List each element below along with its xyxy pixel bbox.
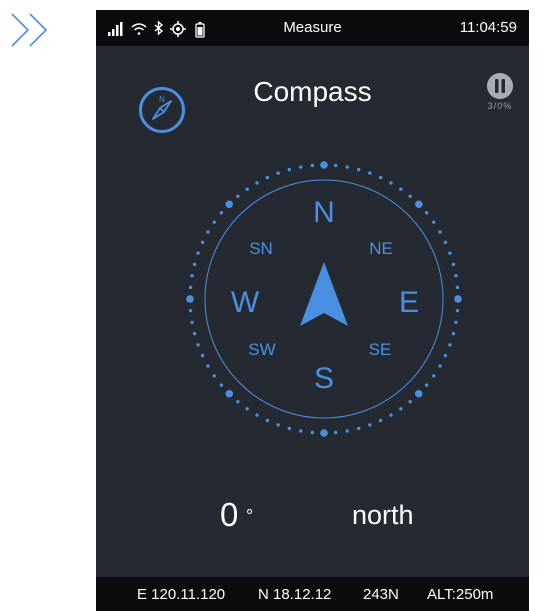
dial-minor-dot: [219, 383, 224, 387]
dial-minor-dot: [399, 187, 403, 191]
dial-minor-dot: [448, 251, 452, 255]
dial-minor-dot: [432, 220, 436, 224]
dial-minor-dot: [310, 430, 315, 435]
dial-minor-dot: [389, 181, 393, 185]
intercardinal-sw: SW: [248, 340, 275, 359]
dial-minor-dot: [356, 167, 361, 172]
dial-minor-dot: [438, 230, 442, 234]
dial-minor-dot: [299, 165, 303, 169]
bearing-readout: 243N: [363, 586, 399, 603]
dial-minor-dot: [424, 383, 429, 387]
dial-minor-dot: [255, 413, 259, 417]
dial-minor-dot: [200, 240, 205, 245]
dial-minor-dot: [245, 407, 249, 411]
pause-percent: 3/0%: [487, 101, 513, 111]
dial-minor-dot: [345, 429, 349, 433]
compass-icon[interactable]: N: [137, 85, 187, 135]
dial-minor-dot: [212, 220, 216, 224]
dial-minor-dot: [408, 399, 412, 404]
dial-minor-dot: [432, 374, 436, 378]
dial-minor-dot: [448, 343, 452, 347]
degree-symbol: °: [246, 506, 254, 526]
longitude-readout: E 120.11.120: [137, 586, 226, 603]
dial-minor-dot: [454, 274, 458, 278]
needle-arrow: [300, 262, 348, 326]
dial-minor-dot: [196, 343, 200, 347]
dial-minor-dot: [333, 163, 338, 168]
dial-major-dot: [225, 200, 234, 209]
dial-minor-dot: [451, 262, 456, 267]
compass-dial: N S E W SN NE SW SE: [186, 161, 462, 437]
dial-minor-dot: [236, 399, 240, 404]
dial-major-dot: [414, 200, 423, 209]
bottom-info-bar: E 120.11.120 N 18.12.12 243N ALT:250m: [96, 577, 529, 611]
heading-direction: north: [352, 500, 414, 530]
dial-minor-dot: [424, 211, 429, 215]
dial-minor-dot: [190, 274, 194, 278]
dial-minor-dot: [196, 251, 200, 255]
dial-minor-dot: [299, 429, 303, 433]
pause-button[interactable]: [485, 71, 515, 101]
dial-minor-dot: [399, 407, 403, 411]
dial-minor-dot: [356, 426, 361, 431]
intercardinal-nw: SN: [249, 239, 273, 258]
dial-minor-dot: [443, 353, 448, 358]
dial-minor-dot: [287, 426, 292, 431]
device-screen: Measure 11:04:59 Compass N 3/0% N S E W …: [96, 10, 529, 611]
dial-minor-dot: [200, 353, 205, 358]
dial-minor-dot: [455, 308, 460, 313]
dial-minor-dot: [310, 163, 315, 168]
dial-minor-dot: [236, 194, 240, 199]
dial-minor-dot: [368, 423, 372, 427]
dial-major-dot: [225, 389, 234, 398]
dial-minor-dot: [212, 374, 216, 378]
dial-minor-dot: [265, 175, 270, 180]
cardinal-north: N: [313, 196, 335, 229]
dial-major-dot: [414, 389, 423, 398]
dial-minor-dot: [192, 262, 197, 267]
cardinal-south: S: [314, 362, 334, 395]
dial-minor-dot: [455, 285, 460, 290]
heading-value: 0: [220, 496, 239, 533]
dial-minor-dot: [454, 320, 458, 324]
intercardinal-se: SE: [369, 340, 392, 359]
dial-minor-dot: [378, 175, 383, 180]
double-chevron-right-icon: [11, 13, 48, 47]
dial-minor-dot: [443, 240, 448, 245]
dial-minor-dot: [245, 187, 249, 191]
dial-minor-dot: [188, 285, 193, 290]
latitude-readout: N 18.12.12: [258, 586, 332, 603]
dial-minor-dot: [188, 308, 193, 313]
compass-icon-letter: N: [159, 95, 165, 104]
dial-minor-dot: [265, 418, 270, 423]
dial-minor-dot: [333, 430, 338, 435]
dial-major-dot: [454, 295, 462, 303]
dial-minor-dot: [190, 320, 194, 324]
status-bar: Measure 11:04:59: [96, 10, 529, 46]
dial-minor-dot: [219, 211, 224, 215]
dial-major-dot: [186, 295, 194, 303]
dial-minor-dot: [345, 165, 349, 169]
dial-minor-dot: [192, 331, 197, 336]
dial-minor-dot: [451, 331, 456, 336]
dial-minor-dot: [438, 364, 442, 368]
cardinal-west: W: [231, 286, 260, 319]
status-time: 11:04:59: [459, 19, 517, 36]
cardinal-east: E: [399, 286, 419, 319]
dial-major-dot: [320, 429, 328, 437]
intercardinal-ne: NE: [369, 239, 393, 258]
dial-minor-dot: [276, 423, 280, 427]
dial-minor-dot: [389, 413, 393, 417]
dial-minor-dot: [206, 230, 210, 234]
dial-minor-dot: [287, 167, 292, 172]
dial-minor-dot: [378, 418, 383, 423]
dial-minor-dot: [255, 181, 259, 185]
altitude-readout: ALT:250m: [427, 586, 494, 603]
dial-minor-dot: [368, 171, 372, 175]
dial-minor-dot: [276, 171, 280, 175]
dial-minor-dot: [408, 194, 412, 199]
dial-minor-dot: [206, 364, 210, 368]
dial-major-dot: [320, 161, 328, 169]
